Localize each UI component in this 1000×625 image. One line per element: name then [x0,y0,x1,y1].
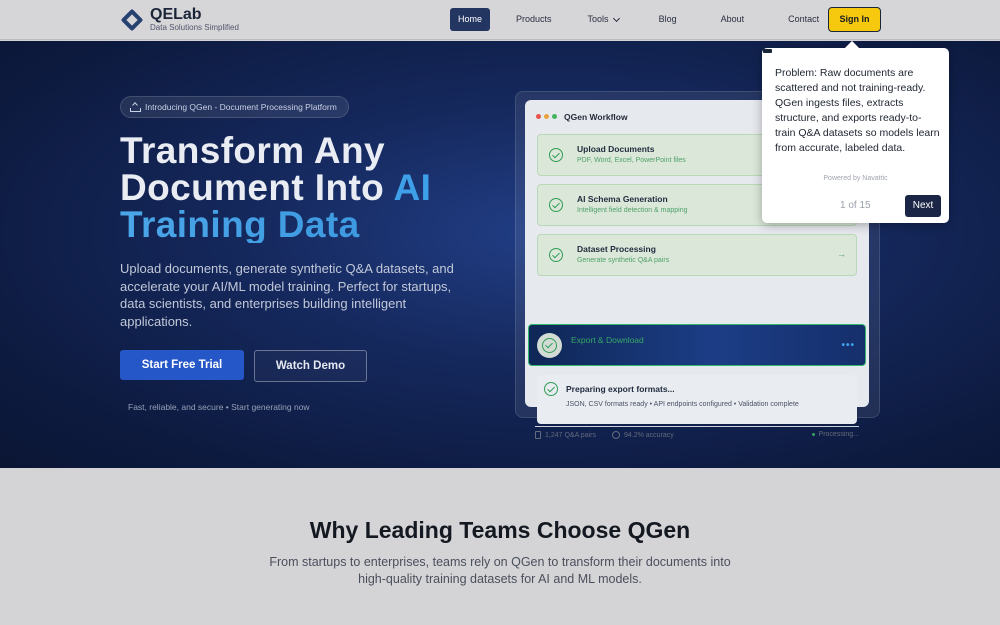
why-section: Why Leading Teams Choose QGen From start… [0,468,1000,625]
tour-tooltip: Problem: Raw documents are scattered and… [762,40,949,223]
intro-badge[interactable]: Introducing QGen - Document Processing P… [120,96,349,118]
export-status-details: JSON, CSV formats ready • API endpoints … [566,401,799,408]
tooltip-text: Problem: Raw documents are scattered and… [775,67,940,154]
window-dot-green [552,114,557,119]
hero-title-ai: AI [393,167,432,208]
nav-links: Home Products Tools Blog About Contact [450,8,827,31]
brand-logo[interactable]: QELab Data Solutions Simplified [120,6,239,33]
export-status-panel: Preparing export formats... JSON, CSV fo… [537,375,857,424]
top-nav: QELab Data Solutions Simplified Home Pro… [0,0,1000,40]
status-dot-icon [811,433,815,436]
step-export-download[interactable]: Export & Download ••• [528,324,866,366]
step-description: Generate synthetic Q&A pairs [577,257,670,264]
logo-diamond-icon [120,8,144,32]
start-free-trial-button[interactable]: Start Free Trial [120,350,244,380]
nav-tools-label: Tools [587,14,609,24]
window-dot-red [536,114,541,119]
step-description: Intelligent field detection & mapping [577,207,688,214]
hero-title-line1: Transform Any [120,130,385,171]
step-title: Dataset Processing [577,244,656,254]
intro-badge-text: Introducing QGen - Document Processing P… [145,102,337,112]
hero-title: Transform Any Document Into AI Training … [120,132,520,243]
arrow-right-icon: → [837,249,846,259]
nav-contact[interactable]: Contact [780,8,827,31]
nav-about[interactable]: About [713,8,753,31]
brand-tagline: Data Solutions Simplified [150,23,239,32]
processing-status: Processing... [818,431,859,438]
upload-icon [130,103,141,112]
nav-blog[interactable]: Blog [651,8,685,31]
watch-demo-button[interactable]: Watch Demo [254,350,367,382]
qa-pairs-count: 1,247 Q&A pairs [545,431,596,439]
check-circle-icon [549,198,563,212]
workflow-title: QGen Workflow [564,112,628,122]
document-icon [535,431,541,439]
check-circle-icon [549,148,563,162]
nav-tools[interactable]: Tools [580,8,627,31]
section-subtitle: From startups to enterprises, teams rely… [269,555,731,586]
nav-home[interactable]: Home [450,8,491,31]
step-title: Export & Download [571,335,644,345]
step-description: PDF, Word, Excel, PowerPoint files [577,157,686,164]
close-icon[interactable] [763,49,772,53]
section-title: Why Leading Teams Choose QGen [309,517,691,543]
brand-name: QELab [150,6,202,23]
export-status-title: Preparing export formats... [566,384,675,394]
window-dots [536,114,560,119]
check-circle-icon [544,382,558,396]
step-title: AI Schema Generation [577,194,668,204]
hero-title-line3: Training Data [120,206,520,243]
window-dot-yellow [544,114,549,119]
check-circle-icon [549,248,563,262]
powered-by-label[interactable]: Powered by Navattic [762,175,949,182]
check-circle-icon [537,333,562,358]
workflow-stats: 1,247 Q&A pairs 94.2% accuracy Processin… [535,426,859,439]
step-counter: 1 of 15 [840,200,871,211]
sign-in-button[interactable]: Sign In [828,7,881,32]
hero-subtitle: Upload documents, generate synthetic Q&A… [120,261,454,329]
nav-products[interactable]: Products [508,8,560,31]
step-title: Upload Documents [577,144,655,154]
target-icon [612,431,620,439]
more-dots-icon[interactable]: ••• [841,340,855,351]
next-button[interactable]: Next [905,195,941,217]
chevron-down-icon [612,14,620,22]
step-dataset-processing[interactable]: Dataset Processing Generate synthetic Q&… [537,234,857,276]
hero-fine-print: Fast, reliable, and secure • Start gener… [128,402,310,412]
hero-title-line2: Document Into [120,167,394,208]
accuracy-value: 94.2% accuracy [624,431,674,439]
